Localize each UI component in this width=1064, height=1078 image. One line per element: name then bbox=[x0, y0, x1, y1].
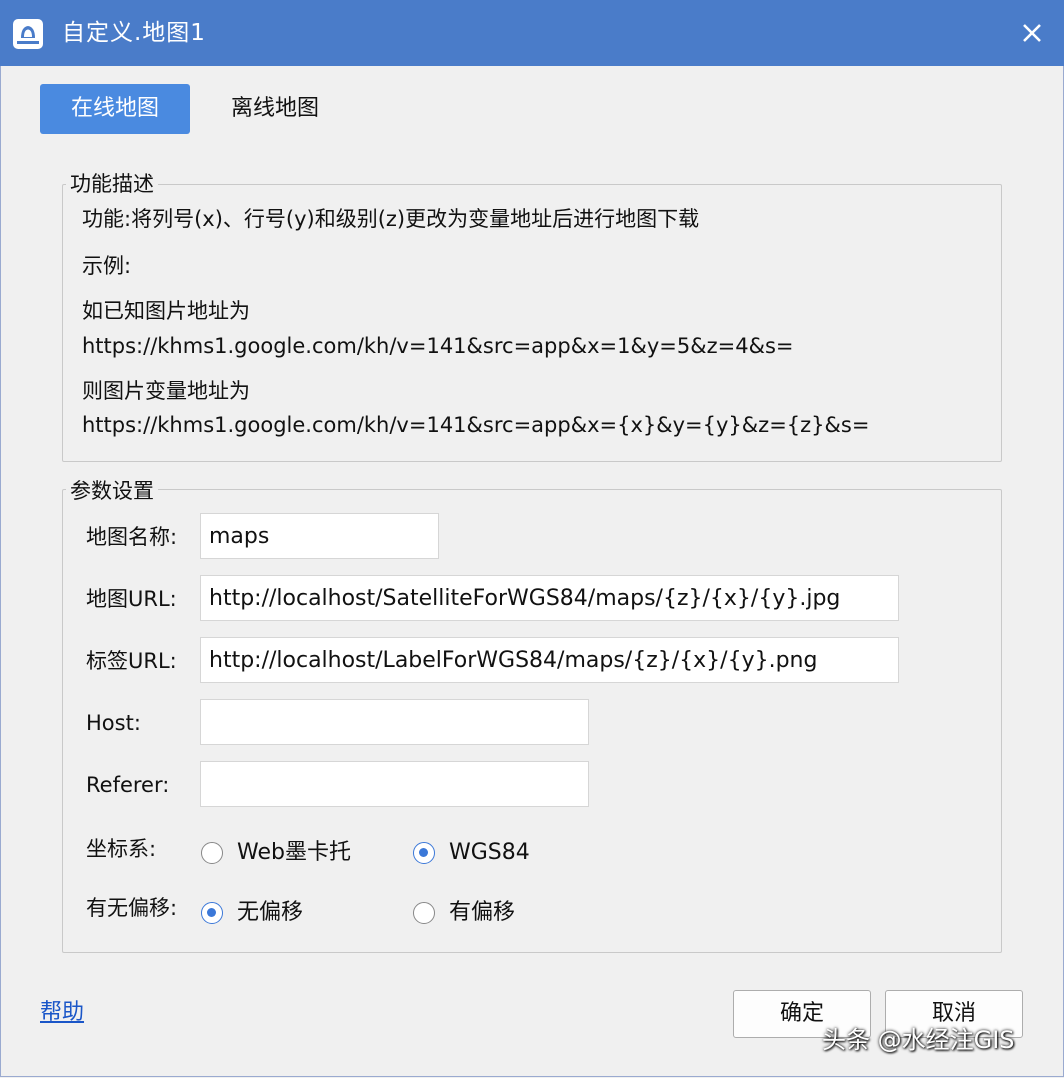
radio-wgs84-label: WGS84 bbox=[449, 840, 530, 865]
description-known-url-label: 如已知图片地址为 bbox=[82, 299, 250, 323]
referer-label: Referer: bbox=[86, 773, 170, 797]
radio-web-mercator-label: Web墨卡托 bbox=[237, 840, 351, 865]
map-url-label: 地图URL: bbox=[86, 587, 177, 611]
host-label: Host: bbox=[86, 711, 141, 735]
radio-no-offset-circle bbox=[201, 902, 223, 924]
map-url-input[interactable] bbox=[200, 575, 899, 621]
parameter-legend: 参数设置 bbox=[66, 477, 158, 505]
radio-wgs84-circle bbox=[413, 842, 435, 864]
description-function-text: 功能:将列号(x)、行号(y)和级别(z)更改为变量地址后进行地图下载 bbox=[82, 207, 700, 231]
map-name-input[interactable] bbox=[200, 513, 439, 559]
coord-system-label: 坐标系: bbox=[86, 837, 157, 861]
radio-has-offset-label: 有偏移 bbox=[449, 900, 516, 925]
offset-label: 有无偏移: bbox=[86, 896, 178, 920]
title-bar: 自定义.地图1 bbox=[0, 0, 1064, 66]
label-url-input[interactable] bbox=[200, 637, 899, 683]
description-variable-url: https://khms1.google.com/kh/v=141&src=ap… bbox=[82, 413, 870, 437]
radio-no-offset[interactable]: 无偏移 bbox=[201, 898, 303, 928]
close-button[interactable] bbox=[1012, 12, 1052, 54]
tab-offline-map[interactable]: 离线地图 bbox=[200, 84, 350, 134]
description-example-label: 示例: bbox=[82, 254, 132, 278]
radio-has-offset[interactable]: 有偏移 bbox=[413, 898, 515, 928]
watermark-text: 头条 @水经注GIS bbox=[822, 1026, 1015, 1054]
map-name-label: 地图名称: bbox=[86, 525, 178, 549]
window-title: 自定义.地图1 bbox=[62, 20, 206, 46]
radio-web-mercator[interactable]: Web墨卡托 bbox=[201, 838, 351, 868]
radio-web-mercator-circle bbox=[201, 842, 223, 864]
host-input[interactable] bbox=[200, 699, 589, 745]
referer-input[interactable] bbox=[200, 761, 589, 807]
tab-online-map[interactable]: 在线地图 bbox=[40, 84, 190, 134]
description-known-url: https://khms1.google.com/kh/v=141&src=ap… bbox=[82, 334, 794, 358]
map-app-icon bbox=[13, 19, 43, 49]
label-url-label: 标签URL: bbox=[86, 649, 177, 673]
description-legend: 功能描述 bbox=[66, 170, 158, 198]
radio-has-offset-circle bbox=[413, 902, 435, 924]
description-variable-url-label: 则图片变量地址为 bbox=[82, 379, 250, 403]
help-link[interactable]: 帮助 bbox=[40, 998, 84, 1028]
close-icon bbox=[1023, 24, 1041, 42]
radio-no-offset-label: 无偏移 bbox=[237, 900, 304, 925]
radio-wgs84[interactable]: WGS84 bbox=[413, 838, 530, 868]
